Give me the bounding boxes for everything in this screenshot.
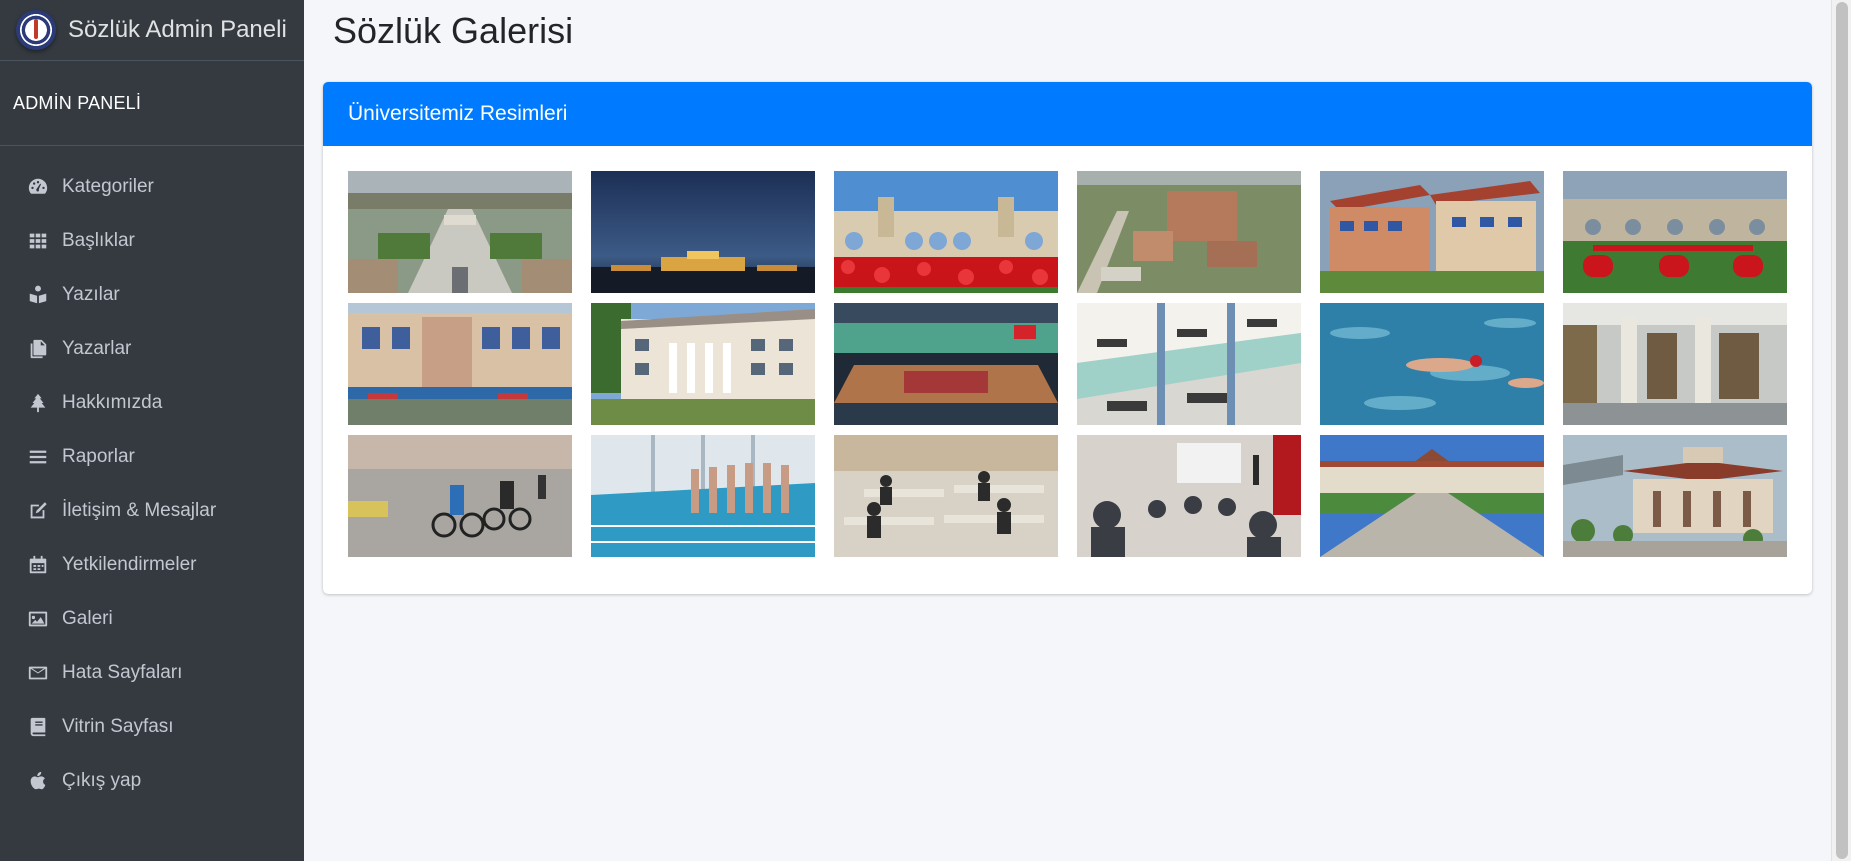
gallery-image[interactable] bbox=[834, 435, 1058, 557]
sidebar-item-label: Yazılar bbox=[62, 284, 120, 305]
campus-walkway-icon bbox=[1320, 435, 1544, 557]
sidebar-item-label: Vitrin Sayfası bbox=[62, 716, 174, 737]
brand-link[interactable]: Sözlük Admin Paneli bbox=[0, 0, 304, 61]
card-title: Üniversitemiz Resimleri bbox=[348, 102, 568, 125]
cyclists-race-icon bbox=[348, 435, 572, 557]
card-header: Üniversitemiz Resimleri bbox=[323, 82, 1812, 146]
book-icon bbox=[26, 715, 50, 739]
sidebar-item-hata-sayfalari[interactable]: Hata Sayfaları bbox=[0, 646, 304, 700]
pavilion-building-icon bbox=[1563, 435, 1787, 557]
gallery-image[interactable] bbox=[591, 435, 815, 557]
gallery-image[interactable] bbox=[1320, 171, 1544, 293]
aerial-buildings-icon bbox=[1077, 171, 1301, 293]
sidebar-item-label: Raporlar bbox=[62, 446, 135, 467]
gallery-image[interactable] bbox=[1077, 435, 1301, 557]
dashboard-gauge-icon bbox=[26, 175, 50, 199]
gate-garden-dpu-icon bbox=[1563, 171, 1787, 293]
library-shelves-icon bbox=[1563, 303, 1787, 425]
scrollbar-thumb[interactable] bbox=[1836, 2, 1848, 859]
gallery-image[interactable] bbox=[348, 171, 572, 293]
gallery-image[interactable] bbox=[1320, 303, 1544, 425]
faculty-building-icon bbox=[1320, 171, 1544, 293]
gallery-image[interactable] bbox=[1077, 303, 1301, 425]
sidebar-item-hakkimizda[interactable]: Hakkımızda bbox=[0, 376, 304, 430]
sidebar-item-label: Yetkilendirmeler bbox=[62, 554, 197, 575]
gallery-image[interactable] bbox=[591, 303, 815, 425]
main-content: Sözlük Galerisi Üniversitemiz Resimleri bbox=[304, 0, 1831, 861]
sidebar-item-label: İletişim & Mesajlar bbox=[62, 500, 217, 521]
sidebar-item-label: Galeri bbox=[62, 608, 113, 629]
vertical-scrollbar[interactable] bbox=[1831, 0, 1851, 861]
sidebar: Sözlük Admin Paneli ADMİN PANELİ Kategor… bbox=[0, 0, 304, 861]
edit-square-icon bbox=[26, 499, 50, 523]
envelope-icon bbox=[26, 661, 50, 685]
swimmer-pool-icon bbox=[1320, 303, 1544, 425]
bars-icon bbox=[26, 445, 50, 469]
sidebar-item-basliklar[interactable]: Başlıklar bbox=[0, 214, 304, 268]
university-seal-icon bbox=[16, 10, 56, 50]
admin-panel-label: ADMİN PANELİ bbox=[0, 61, 304, 146]
brand-title: Sözlük Admin Paneli bbox=[68, 16, 287, 43]
lecture-hall-icon bbox=[1077, 435, 1301, 557]
night-campus-icon bbox=[591, 171, 815, 293]
gallery-image[interactable] bbox=[1563, 435, 1787, 557]
sidebar-item-raporlar[interactable]: Raporlar bbox=[0, 430, 304, 484]
sidebar-item-label: Çıkış yap bbox=[62, 770, 142, 791]
tree-icon bbox=[26, 391, 50, 415]
sidebar-item-label: Kategoriler bbox=[62, 176, 154, 197]
sidebar-nav: Kategoriler Başlıklar Yazılar Yazarlar H… bbox=[0, 146, 304, 808]
sidebar-item-yazarlar[interactable]: Yazarlar bbox=[0, 322, 304, 376]
gallery-image[interactable] bbox=[834, 171, 1058, 293]
gallery-image[interactable] bbox=[1077, 171, 1301, 293]
sidebar-item-label: Yazarlar bbox=[62, 338, 132, 359]
sports-hall-icon bbox=[834, 303, 1058, 425]
gallery-image[interactable] bbox=[1563, 171, 1787, 293]
image-gallery bbox=[348, 171, 1787, 557]
copy-documents-icon bbox=[26, 337, 50, 361]
study-room-icon bbox=[834, 435, 1058, 557]
gallery-image[interactable] bbox=[591, 171, 815, 293]
gallery-image[interactable] bbox=[1563, 303, 1787, 425]
sidebar-item-yazilar[interactable]: Yazılar bbox=[0, 268, 304, 322]
pool-swimmers-line-icon bbox=[591, 435, 815, 557]
gallery-image[interactable] bbox=[348, 303, 572, 425]
image-icon bbox=[26, 607, 50, 631]
apple-icon bbox=[26, 769, 50, 793]
atrium-interior-icon bbox=[1077, 303, 1301, 425]
building-market-icon bbox=[348, 303, 572, 425]
sidebar-item-kategoriler[interactable]: Kategoriler bbox=[0, 160, 304, 214]
sidebar-item-yetkilendirmeler[interactable]: Yetkilendirmeler bbox=[0, 538, 304, 592]
gallery-image[interactable] bbox=[348, 435, 572, 557]
gallery-image[interactable] bbox=[834, 303, 1058, 425]
gallery-card: Üniversitemiz Resimleri bbox=[323, 82, 1812, 594]
sidebar-item-label: Hakkımızda bbox=[62, 392, 163, 413]
user-panel-text: ADMİN PANELİ bbox=[13, 92, 142, 113]
grid-icon bbox=[26, 229, 50, 253]
calendar-icon bbox=[26, 553, 50, 577]
sidebar-item-iletisim[interactable]: İletişim & Mesajlar bbox=[0, 484, 304, 538]
gallery-image[interactable] bbox=[1320, 435, 1544, 557]
sidebar-item-label: Hata Sayfaları bbox=[62, 662, 183, 683]
arch-gate-tulips-icon bbox=[834, 171, 1058, 293]
sidebar-item-vitrin-sayfasi[interactable]: Vitrin Sayfası bbox=[0, 700, 304, 754]
book-reader-icon bbox=[26, 283, 50, 307]
sidebar-item-cikis-yap[interactable]: Çıkış yap bbox=[0, 754, 304, 808]
sidebar-item-label: Başlıklar bbox=[62, 230, 135, 251]
aerial-campus-icon bbox=[348, 171, 572, 293]
sidebar-item-galeri[interactable]: Galeri bbox=[0, 592, 304, 646]
page-title: Sözlük Galerisi bbox=[333, 10, 574, 51]
columned-building-icon bbox=[591, 303, 815, 425]
